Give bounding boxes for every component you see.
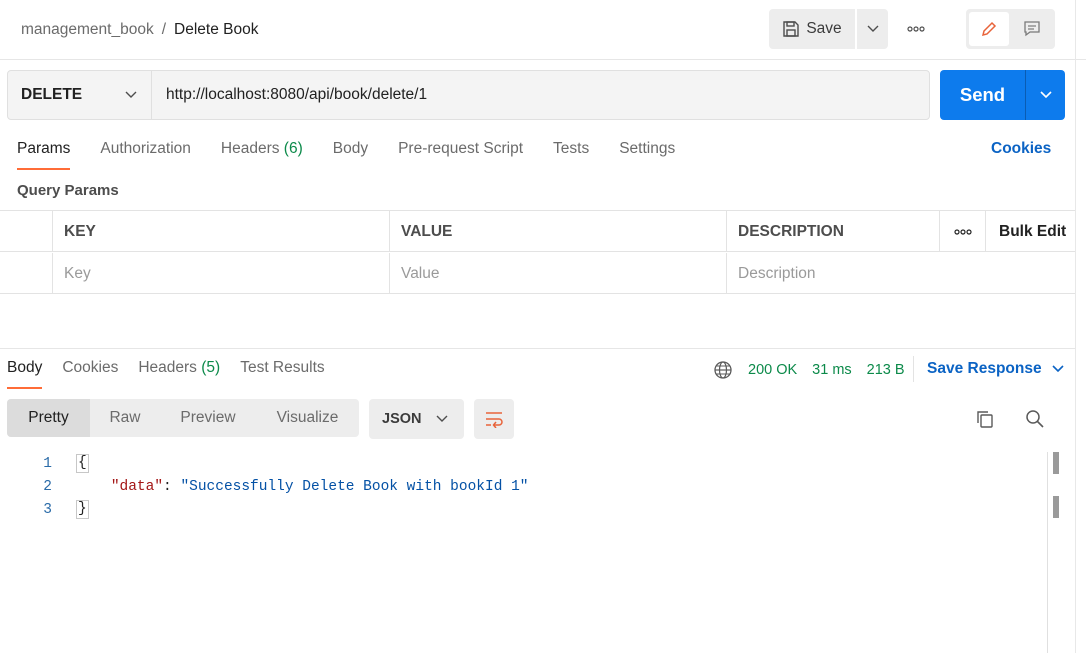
table-header-row: KEY VALUE DESCRIPTION Bulk Edit [0, 211, 1075, 252]
column-header-key: KEY [53, 211, 390, 252]
globe-icon[interactable] [713, 360, 733, 380]
more-icon [953, 228, 972, 235]
format-select[interactable]: JSON [369, 399, 464, 439]
chevron-down-icon [1052, 365, 1064, 373]
breadcrumb-separator: / [161, 21, 167, 38]
line-number: 2 [43, 478, 52, 495]
open-brace: { [76, 454, 89, 473]
edit-mode-button[interactable] [969, 12, 1009, 46]
tab-params[interactable]: Params [17, 140, 71, 170]
header-divider [0, 59, 1086, 60]
response-headers-count: (5) [201, 359, 221, 376]
column-header-value: VALUE [390, 211, 727, 252]
description-input[interactable]: Description [727, 253, 1075, 294]
search-icon[interactable] [1025, 409, 1045, 429]
response-tabs: Body Cookies Headers (5) Test Results [7, 359, 345, 389]
row-checkbox-cell [0, 253, 53, 294]
value-input[interactable]: Value [390, 253, 727, 294]
close-brace: } [76, 500, 89, 519]
query-params-label: Query Params [17, 182, 119, 199]
view-pretty-button[interactable]: Pretty [7, 399, 90, 437]
save-label: Save [806, 20, 842, 37]
save-options-button[interactable] [857, 9, 888, 49]
view-raw-button[interactable]: Raw [90, 399, 160, 437]
code-line: 2 "data": "Successfully Delete Book with… [0, 475, 1045, 498]
view-preview-button[interactable]: Preview [160, 399, 256, 437]
bulk-edit-button[interactable]: Bulk Edit [986, 211, 1075, 252]
line-number: 3 [43, 501, 52, 518]
save-response-label: Save Response [927, 360, 1042, 377]
response-tab-cookies[interactable]: Cookies [62, 359, 118, 389]
save-response-button[interactable]: Save Response [927, 360, 1064, 378]
tab-tests[interactable]: Tests [553, 140, 589, 170]
chevron-down-icon [1039, 91, 1052, 99]
response-tab-body[interactable]: Body [7, 359, 43, 389]
wrap-icon [486, 412, 503, 428]
line-number: 1 [43, 455, 52, 472]
breadcrumb: management_book / Delete Book [21, 19, 258, 41]
send-button[interactable]: Send [940, 70, 1025, 120]
copy-icon[interactable] [975, 409, 995, 429]
status-code[interactable]: 200 OK [748, 362, 797, 378]
method-select[interactable]: DELETE [8, 71, 152, 119]
chevron-down-icon [125, 91, 137, 98]
window-edge [1075, 0, 1076, 653]
tab-settings[interactable]: Settings [619, 140, 675, 170]
scrollbar-marker [1053, 452, 1059, 474]
tab-authorization[interactable]: Authorization [100, 140, 190, 170]
chevron-down-icon [436, 415, 448, 422]
mode-toggle [966, 9, 1055, 49]
response-body-editor[interactable]: 1 { 2 "data": "Successfully Delete Book … [0, 452, 1045, 521]
response-divider [0, 348, 1075, 349]
view-mode-segment: Pretty Raw Preview Visualize [7, 399, 359, 437]
format-label: JSON [382, 411, 422, 427]
send-group: Send [940, 70, 1065, 120]
query-params-table: KEY VALUE DESCRIPTION Bulk Edit Key Valu… [0, 210, 1075, 294]
response-size[interactable]: 213 B [867, 362, 905, 378]
tab-headers[interactable]: Headers (6) [221, 140, 303, 170]
url-bar: DELETE [7, 70, 930, 120]
tab-body[interactable]: Body [333, 140, 368, 170]
response-time[interactable]: 31 ms [812, 362, 852, 378]
more-actions-button[interactable] [900, 18, 932, 40]
scrollbar-marker [1053, 496, 1059, 518]
tab-pre-request-script[interactable]: Pre-request Script [398, 140, 523, 170]
table-row: Key Value Description [0, 253, 1075, 294]
code-line: 1 { [0, 452, 1045, 475]
request-tabs: Params Authorization Headers (6) Body Pr… [17, 140, 705, 170]
checkbox-column-header [0, 211, 53, 252]
comment-icon [1024, 21, 1040, 37]
column-header-description: DESCRIPTION [727, 211, 940, 252]
json-value: "Successfully Delete Book with bookId 1" [180, 478, 529, 495]
send-options-button[interactable] [1025, 70, 1065, 120]
headers-count: (6) [283, 140, 303, 157]
method-label: DELETE [21, 86, 83, 103]
json-key: "data" [110, 478, 164, 495]
more-icon [907, 26, 925, 32]
url-input[interactable] [152, 71, 929, 119]
view-visualize-button[interactable]: Visualize [256, 399, 359, 437]
key-input[interactable]: Key [53, 253, 390, 294]
response-tab-headers[interactable]: Headers (5) [138, 359, 220, 389]
cookies-link[interactable]: Cookies [991, 140, 1051, 158]
wrap-lines-button[interactable] [474, 399, 514, 439]
breadcrumb-collection[interactable]: management_book [21, 21, 154, 39]
request-title[interactable]: Delete Book [174, 21, 258, 39]
response-tab-test-results[interactable]: Test Results [240, 359, 324, 389]
comments-button[interactable] [1013, 12, 1053, 46]
json-colon: : [163, 478, 181, 495]
save-icon [783, 21, 800, 37]
meta-separator [913, 356, 914, 382]
table-options-button[interactable] [940, 211, 986, 252]
chevron-down-icon [867, 25, 878, 32]
response-meta: 200 OK 31 ms 213 B [713, 359, 905, 381]
save-button[interactable]: Save [769, 9, 855, 49]
code-line: 3 } [0, 498, 1045, 521]
pencil-icon [981, 21, 996, 37]
save-group: Save [769, 9, 888, 49]
editor-scrollbar-track[interactable] [1047, 452, 1048, 653]
